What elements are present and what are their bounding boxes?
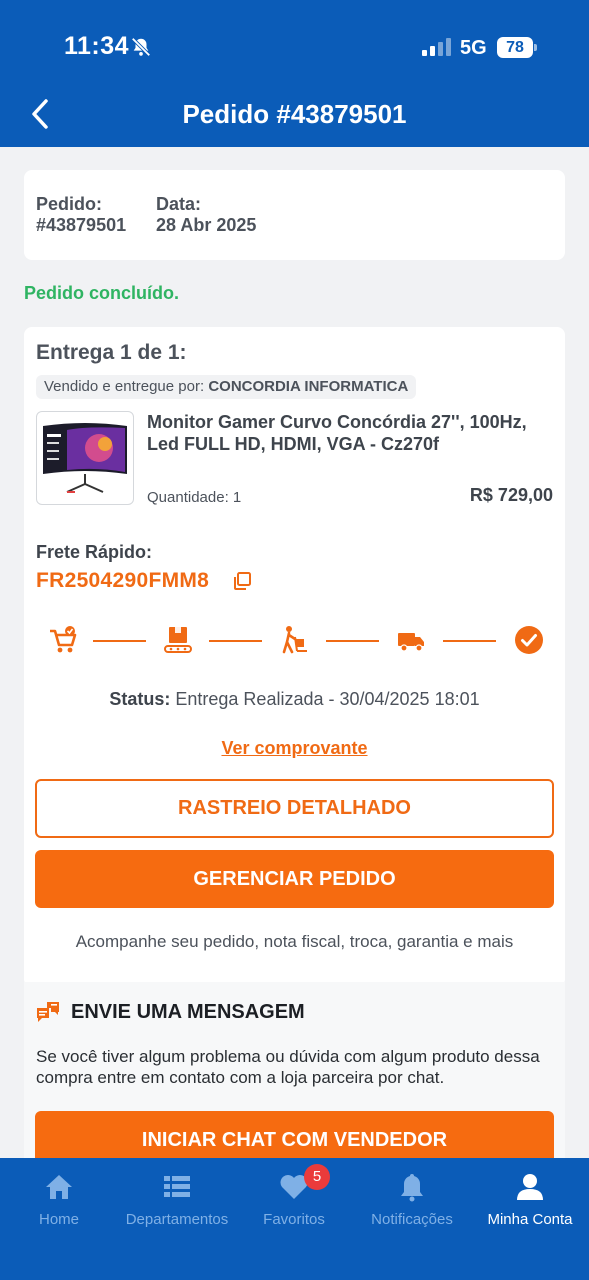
product-price: R$ 729,00 bbox=[469, 485, 553, 505]
nav-my-account[interactable]: Minha Conta bbox=[471, 1158, 589, 1248]
product-thumbnail[interactable] bbox=[36, 411, 134, 505]
user-icon bbox=[517, 1174, 543, 1200]
status-label: Status: bbox=[109, 689, 171, 709]
progress-line bbox=[93, 640, 146, 642]
page-title: Pedido #43879501 bbox=[182, 99, 407, 129]
shipping-label: Frete Rápido: bbox=[36, 542, 153, 562]
bell-off-icon bbox=[131, 37, 151, 57]
seller-pill: Vendido e entregue por: CONCORDIA INFORM… bbox=[36, 375, 417, 399]
favorites-badge: 5 bbox=[304, 1164, 330, 1190]
battery-level: 78 bbox=[497, 37, 533, 58]
nav-home[interactable]: Home bbox=[0, 1158, 118, 1248]
order-summary-card: Pedido: #43879501 Data: 28 Abr 2025 bbox=[24, 170, 565, 260]
order-date-value: 28 Abr 2025 bbox=[156, 215, 257, 235]
delivery-heading: Entrega 1 de 1: bbox=[36, 341, 187, 364]
check-circle-icon bbox=[515, 626, 543, 654]
delivery-card: Entrega 1 de 1: Vendido e entregue por: … bbox=[24, 327, 565, 987]
top-bar: 11:34 5G 78 Pedido #43879501 bbox=[0, 0, 589, 147]
delivery-progress bbox=[36, 621, 553, 661]
order-number-label: Pedido: bbox=[36, 194, 102, 214]
truck-icon bbox=[398, 633, 424, 652]
manage-order-button[interactable]: GERENCIAR PEDIDO bbox=[35, 850, 554, 908]
status-value: Entrega Realizada - 30/04/2025 18:01 bbox=[175, 689, 480, 709]
follow-order-text: Acompanhe seu pedido, nota fiscal, troca… bbox=[75, 932, 514, 951]
message-card: ENVIE UMA MENSAGEM Se você tiver algum p… bbox=[24, 982, 565, 1182]
hand-truck-icon bbox=[282, 626, 307, 654]
battery-icon: 78 bbox=[497, 37, 537, 58]
nav-label: Minha Conta bbox=[487, 1211, 573, 1228]
signal-icon bbox=[422, 38, 451, 56]
nav-notifications[interactable]: Notificações bbox=[353, 1158, 471, 1248]
monitor-image bbox=[43, 423, 127, 493]
home-icon bbox=[46, 1175, 72, 1199]
nav-favorites[interactable]: 5 Favoritos bbox=[235, 1158, 353, 1248]
order-status-text: Pedido concluído. bbox=[24, 283, 180, 303]
product-name[interactable]: Monitor Gamer Curvo Concórdia 27'', 100H… bbox=[147, 411, 547, 455]
nav-departments[interactable]: Departamentos bbox=[118, 1158, 236, 1248]
network-type: 5G bbox=[460, 37, 487, 59]
package-conveyor-icon bbox=[164, 627, 192, 653]
copy-icon[interactable] bbox=[232, 571, 252, 591]
detailed-tracking-button[interactable]: RASTREIO DETALHADO bbox=[35, 779, 554, 838]
seller-name: CONCORDIA INFORMATICA bbox=[208, 378, 409, 395]
cart-icon bbox=[50, 626, 77, 653]
progress-line bbox=[326, 640, 379, 642]
order-date-label: Data: bbox=[156, 194, 202, 214]
order-number: Pedido: #43879501 bbox=[36, 194, 126, 236]
bell-icon bbox=[401, 1174, 423, 1202]
progress-line bbox=[209, 640, 262, 642]
view-receipt-link[interactable]: Ver comprovante bbox=[24, 738, 565, 759]
message-text: Se você tiver algum problema ou dúvida c… bbox=[36, 1047, 540, 1087]
delivery-status: Status: Entrega Realizada - 30/04/2025 1… bbox=[24, 689, 565, 710]
progress-line bbox=[443, 640, 496, 642]
list-icon bbox=[164, 1176, 190, 1197]
bottom-navigation: Home Departamentos 5 Favoritos Notificaç… bbox=[0, 1158, 589, 1280]
message-title: ENVIE UMA MENSAGEM bbox=[71, 1001, 305, 1023]
product-quantity: Quantidade: 1 bbox=[147, 489, 242, 506]
tracking-code: FR2504290FMM8 bbox=[36, 569, 210, 592]
status-time: 11:34 bbox=[64, 32, 130, 60]
order-number-value: #43879501 bbox=[36, 215, 127, 235]
chat-bubble-icon bbox=[37, 1002, 59, 1022]
seller-prefix: Vendido e entregue por: bbox=[44, 378, 205, 395]
order-date: Data: 28 Abr 2025 bbox=[156, 194, 256, 236]
